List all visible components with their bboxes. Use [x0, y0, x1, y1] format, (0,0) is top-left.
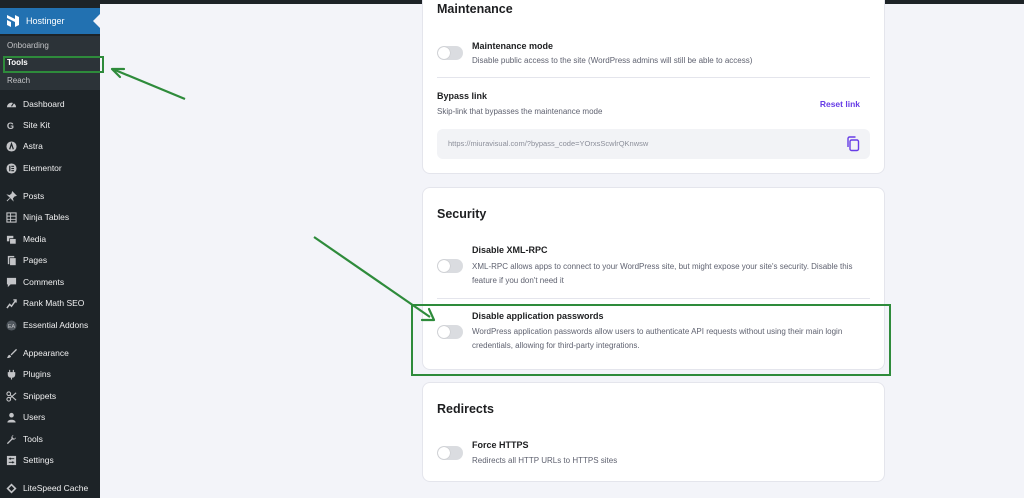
- sidebar-item-label: Appearance: [23, 348, 69, 358]
- sidebar-item-settings[interactable]: Settings: [0, 450, 100, 470]
- sidebar-item-astra[interactable]: Astra: [0, 136, 100, 156]
- table-icon: [6, 211, 17, 223]
- sidebar-item-posts[interactable]: Posts: [0, 186, 100, 206]
- sidebar-item-plugins[interactable]: Plugins: [0, 364, 100, 384]
- brush-icon: [6, 348, 17, 359]
- sidebar-item-appearance[interactable]: Appearance: [0, 343, 100, 363]
- maintenance-mode-toggle[interactable]: [437, 46, 463, 60]
- submenu-item-reach[interactable]: Reach: [7, 76, 30, 85]
- disable-xmlrpc-desc: XML-RPC allows apps to connect to your W…: [472, 262, 853, 285]
- sidebar-item-label: Pages: [23, 255, 48, 265]
- plug-icon: [6, 369, 17, 380]
- sidebar-item-label: Tools: [23, 434, 43, 444]
- sidebar-item-label: Plugins: [23, 369, 51, 379]
- pages-icon: [6, 255, 17, 266]
- sidebar-item-tools[interactable]: Tools: [0, 429, 100, 449]
- sidebar-item-dashboard[interactable]: Dashboard: [0, 94, 100, 114]
- force-https-title: Force HTTPS: [472, 440, 529, 450]
- sidebar-item-label: Hostinger: [26, 16, 65, 26]
- bypass-url-field[interactable]: https://miuravisual.com/?bypass_code=YOr…: [437, 129, 870, 159]
- sidebar-item-pages[interactable]: Pages: [0, 250, 100, 270]
- tools-highlight-box: [3, 56, 104, 73]
- svg-text:G: G: [7, 121, 14, 131]
- reset-link-button[interactable]: Reset link: [820, 99, 860, 109]
- redirects-card: Redirects Force HTTPS Redirects all HTTP…: [422, 382, 885, 482]
- force-https-desc: Redirects all HTTP URLs to HTTPS sites: [472, 456, 618, 465]
- sidebar-item-users[interactable]: Users: [0, 407, 100, 427]
- bypass-url-text: https://miuravisual.com/?bypass_code=YOr…: [448, 139, 649, 148]
- elementor-icon: [6, 162, 17, 174]
- maintenance-card: Maintenance Maintenance mode Disable pub…: [422, 0, 885, 174]
- sidebar-item-label: Posts: [23, 191, 45, 201]
- sidebar-item-snippets[interactable]: Snippets: [0, 386, 100, 406]
- divider: [437, 77, 870, 78]
- sidebar-item-rank-math[interactable]: Rank Math SEO: [0, 293, 100, 313]
- sidebar-item-label: Snippets: [23, 391, 57, 401]
- sidebar-item-label: Elementor: [23, 163, 62, 173]
- disable-xmlrpc-toggle[interactable]: [437, 259, 463, 273]
- sidebar-item-site-kit[interactable]: G Site Kit: [0, 115, 100, 135]
- sidebar-item-label: Users: [23, 412, 46, 422]
- media-icon: [6, 234, 17, 245]
- maintenance-title: Maintenance: [437, 2, 513, 16]
- copy-icon[interactable]: [846, 136, 860, 152]
- site-kit-icon: G: [6, 120, 17, 131]
- dashboard-icon: [6, 99, 17, 110]
- sidebar-item-label: Media: [23, 234, 47, 244]
- sidebar-item-label: Settings: [23, 455, 54, 465]
- admin-sidebar: Hostinger Onboarding Tools Reach Dashboa…: [0, 0, 100, 498]
- diamond-icon: [6, 482, 17, 494]
- wrench-icon: [6, 434, 17, 445]
- sidebar-item-label: Ninja Tables: [23, 212, 70, 222]
- sidebar-item-label: Rank Math SEO: [23, 298, 85, 308]
- svg-text:EA: EA: [8, 323, 16, 329]
- snippets-icon: [6, 390, 17, 402]
- astra-icon: [6, 140, 17, 152]
- sidebar-item-comments[interactable]: Comments: [0, 272, 100, 292]
- sidebar-item-label: Essential Addons: [23, 320, 89, 330]
- maintenance-mode-desc: Disable public access to the site (WordP…: [472, 56, 753, 65]
- sidebar-item-label: Site Kit: [23, 120, 50, 130]
- divider: [437, 298, 870, 299]
- bypass-link-desc: Skip-link that bypasses the maintenance …: [437, 107, 603, 116]
- sidebar-item-essential-addons[interactable]: EA Essential Addons: [0, 315, 100, 335]
- arrow-to-tools: [110, 67, 186, 101]
- sidebar-item-ninja-tables[interactable]: Ninja Tables: [0, 207, 100, 227]
- sidebar-item-litespeed-cache[interactable]: LiteSpeed Cache: [0, 478, 100, 498]
- bypass-link-title: Bypass link: [437, 91, 488, 101]
- security-title: Security: [437, 207, 487, 221]
- submenu-item-onboarding[interactable]: Onboarding: [7, 41, 49, 50]
- redirects-title: Redirects: [437, 402, 494, 416]
- hostinger-logo-icon: [7, 15, 19, 27]
- pin-icon: [6, 190, 17, 202]
- disable-xmlrpc-title: Disable XML-RPC: [472, 245, 548, 255]
- ea-icon: EA: [6, 319, 17, 331]
- sidebar-item-label: Dashboard: [23, 99, 65, 109]
- sidebar-item-elementor[interactable]: Elementor: [0, 158, 100, 178]
- force-https-toggle[interactable]: [437, 446, 463, 460]
- app-passwords-highlight-box: [411, 304, 891, 376]
- user-icon: [6, 412, 17, 423]
- chart-icon: [6, 298, 17, 309]
- maintenance-mode-title: Maintenance mode: [472, 41, 554, 51]
- settings-icon: [6, 455, 17, 466]
- comment-icon: [6, 277, 17, 288]
- sidebar-item-label: Astra: [23, 141, 43, 151]
- sidebar-item-label: LiteSpeed Cache: [23, 483, 89, 493]
- sidebar-item-media[interactable]: Media: [0, 229, 100, 249]
- sidebar-item-label: Comments: [23, 277, 65, 287]
- sidebar-item-hostinger[interactable]: Hostinger: [0, 8, 100, 34]
